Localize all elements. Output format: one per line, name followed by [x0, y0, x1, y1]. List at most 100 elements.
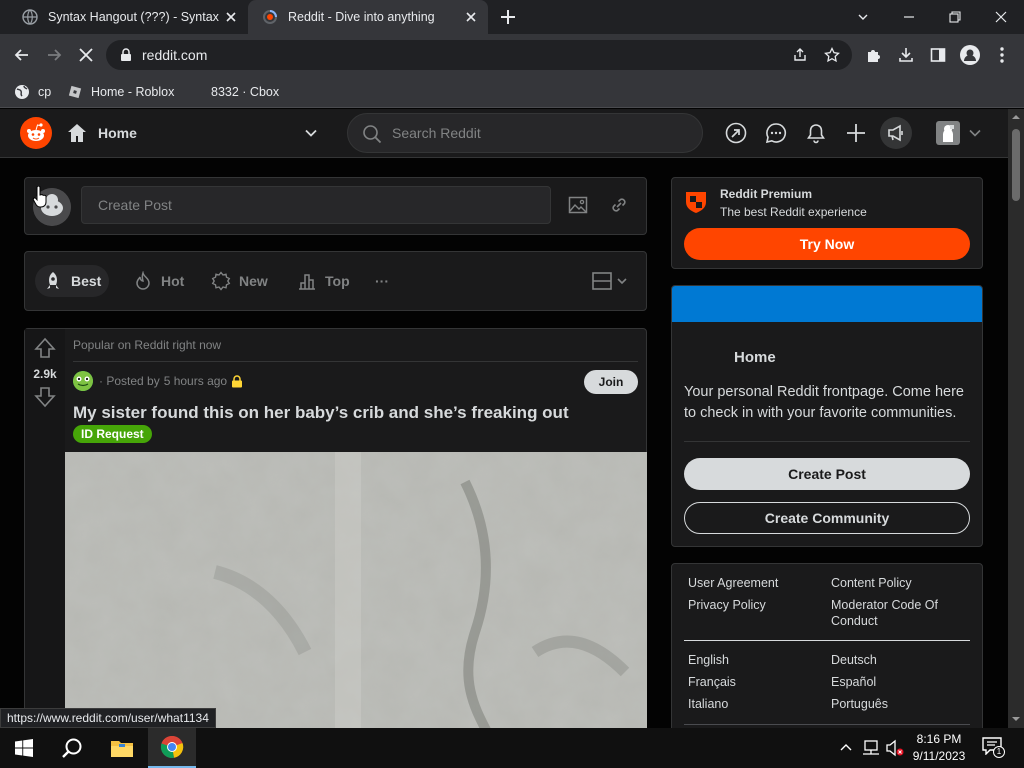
scroll-up-icon[interactable]: [1008, 111, 1024, 123]
share-icon[interactable]: [792, 47, 808, 63]
tab-syntax-hangout[interactable]: Syntax Hangout (???) - Syntax: [8, 0, 248, 34]
post-flair[interactable]: ID Request: [73, 425, 152, 443]
chat-button[interactable]: [765, 122, 787, 144]
restore-button[interactable]: [932, 0, 978, 34]
star-icon[interactable]: [824, 47, 840, 63]
lock-icon[interactable]: [120, 48, 132, 62]
privacy-policy-link[interactable]: Privacy Policy: [688, 597, 828, 613]
bookmark-cp[interactable]: cp: [14, 83, 51, 101]
chrome-icon: [160, 735, 184, 758]
minimize-icon: [904, 16, 914, 18]
reddit-logo[interactable]: [20, 117, 52, 149]
close-icon[interactable]: [224, 10, 238, 24]
hand-cursor-icon: [32, 186, 47, 208]
close-icon: [79, 48, 93, 62]
create-post-button[interactable]: Create Post: [684, 458, 970, 490]
sort-top[interactable]: Top: [289, 265, 358, 297]
network-icon[interactable]: [862, 739, 880, 757]
search-bar[interactable]: [347, 113, 703, 153]
try-now-button[interactable]: Try Now: [684, 228, 970, 260]
new-tab-icon[interactable]: [499, 8, 517, 26]
search-input[interactable]: [392, 122, 682, 144]
create-post-input[interactable]: [81, 186, 551, 224]
view-layout-selector[interactable]: [592, 272, 628, 290]
profile-button[interactable]: [958, 43, 982, 67]
extensions-button[interactable]: [862, 43, 886, 67]
sort-hot[interactable]: Hot: [125, 265, 192, 297]
create-community-button[interactable]: Create Community: [684, 502, 970, 534]
create-post-header-button[interactable]: [845, 122, 867, 144]
content-policy-link[interactable]: Content Policy: [831, 575, 971, 591]
language-spanish[interactable]: Español: [831, 674, 971, 690]
downloads-button[interactable]: [894, 43, 918, 67]
side-panel-button[interactable]: [926, 43, 950, 67]
reddit-logo-icon: [20, 117, 52, 149]
file-explorer-button[interactable]: [98, 728, 146, 768]
bookmark-home-roblox[interactable]: Home - Roblox: [67, 83, 174, 101]
post-time[interactable]: 5 hours ago: [164, 374, 227, 388]
close-window-button[interactable]: [978, 0, 1024, 34]
sort-label: Best: [71, 273, 102, 289]
download-icon: [899, 48, 913, 62]
join-button[interactable]: Join: [584, 370, 638, 394]
close-icon[interactable]: [464, 10, 478, 24]
sort-new[interactable]: New: [203, 265, 276, 297]
post-meta: · Posted by 5 hours ago: [73, 370, 243, 392]
scrollbar-thumb[interactable]: [1012, 129, 1020, 201]
notifications-button[interactable]: [805, 122, 827, 144]
language-portuguese[interactable]: Português: [831, 696, 971, 712]
image-icon[interactable]: [568, 195, 588, 215]
address-bar[interactable]: reddit.com: [106, 40, 852, 70]
megaphone-icon: [888, 124, 903, 142]
avatar: [936, 121, 960, 145]
start-button[interactable]: [0, 728, 48, 768]
chrome-taskbar-button[interactable]: [148, 728, 196, 768]
footer-links-card: User Agreement Privacy Policy Content Po…: [671, 563, 983, 728]
premium-card: Reddit Premium The best Reddit experienc…: [671, 177, 983, 269]
volume-muted-icon[interactable]: [885, 739, 905, 757]
globe-icon: [22, 9, 38, 25]
advertise-button[interactable]: [880, 117, 912, 149]
link-icon[interactable]: [609, 195, 629, 215]
back-button[interactable]: [10, 43, 34, 67]
tab-search-button[interactable]: [840, 0, 886, 34]
post-title[interactable]: My sister found this on her baby’s crib …: [73, 403, 569, 423]
language-english[interactable]: English: [688, 652, 828, 668]
downvote-icon[interactable]: [34, 386, 56, 408]
page-scrollbar[interactable]: [1008, 109, 1024, 728]
reddit-header: Home: [0, 109, 1008, 158]
chevron-down-icon: [858, 14, 868, 20]
subreddit-icon[interactable]: [73, 371, 93, 391]
moderator-code-link[interactable]: Moderator Code Of Conduct: [831, 597, 961, 629]
tab-reddit[interactable]: Reddit - Dive into anything: [248, 0, 488, 34]
forward-button[interactable]: [42, 43, 66, 67]
home-card: Home Your personal Reddit frontpage. Com…: [671, 285, 983, 547]
sort-label: Hot: [161, 273, 185, 289]
home-icon: [68, 124, 86, 142]
post-card[interactable]: 2.9k Popular on Reddit right now · Poste…: [24, 328, 647, 728]
menu-button[interactable]: [990, 43, 1014, 67]
feed-selector[interactable]: Home: [66, 117, 326, 149]
minimize-button[interactable]: [886, 0, 932, 34]
stop-loading-button[interactable]: [74, 43, 98, 67]
kebab-menu-icon: [1000, 47, 1004, 63]
system-clock[interactable]: 8:16 PM 9/11/2023: [906, 731, 972, 765]
language-french[interactable]: Français: [688, 674, 828, 690]
side-panel-icon: [930, 48, 946, 62]
url-text[interactable]: reddit.com: [142, 47, 207, 63]
language-german[interactable]: Deutsch: [831, 652, 971, 668]
popular-button[interactable]: [725, 122, 747, 144]
bookmark-cbox[interactable]: 8332 · Cbox: [211, 83, 279, 101]
upvote-icon[interactable]: [34, 337, 56, 359]
scroll-down-icon[interactable]: [1008, 713, 1024, 725]
sort-best[interactable]: Best: [35, 265, 110, 297]
sort-more[interactable]: ···: [367, 265, 397, 297]
notification-center-button[interactable]: 1: [982, 737, 1005, 759]
windows-taskbar: 8:16 PM 9/11/2023 1: [0, 728, 1024, 768]
user-agreement-link[interactable]: User Agreement: [688, 575, 828, 591]
user-menu[interactable]: [936, 121, 986, 147]
language-italian[interactable]: Italiano: [688, 696, 828, 712]
post-image[interactable]: [65, 452, 647, 728]
chevron-up-icon[interactable]: [840, 742, 852, 752]
search-button[interactable]: [48, 728, 96, 768]
